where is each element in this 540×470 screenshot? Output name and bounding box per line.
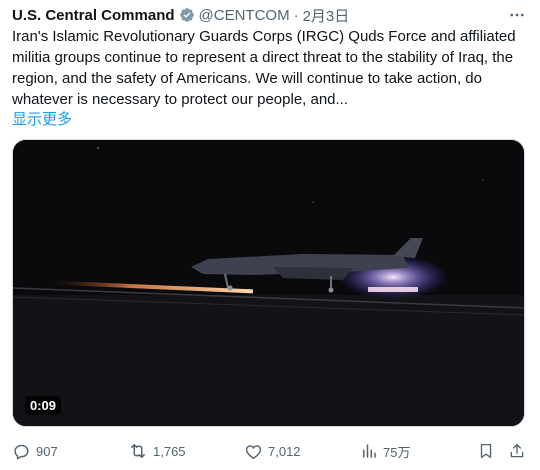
exhaust-flame — [368, 287, 418, 292]
heart-icon — [245, 444, 262, 459]
retweet-count: 1,765 — [153, 443, 186, 459]
show-more-link[interactable]: 显示更多 — [12, 108, 72, 129]
verified-badge-icon[interactable] — [179, 7, 195, 23]
share-button[interactable] — [508, 440, 531, 462]
video-duration: 0:09 — [25, 396, 62, 415]
tweet-date[interactable]: 2月3日 — [303, 5, 350, 26]
like-button[interactable]: 7,012 — [244, 440, 301, 462]
video-player[interactable]: 0:09 — [12, 139, 525, 427]
reply-button[interactable]: 907 — [12, 440, 58, 462]
author-handle[interactable]: @CENTCOM — [199, 7, 290, 24]
bookmark-icon — [480, 443, 492, 459]
view-count: 75万 — [383, 444, 411, 460]
action-bar: 907 1,765 7,012 75万 — [12, 440, 528, 462]
views-button[interactable]: 75万 — [360, 440, 410, 462]
reply-count: 907 — [36, 443, 58, 459]
retweet-icon — [131, 444, 145, 458]
analytics-icon — [363, 444, 376, 458]
video-frame — [13, 140, 524, 426]
author-name[interactable]: U.S. Central Command — [12, 7, 175, 24]
share-icon — [510, 443, 524, 458]
bookmark-button[interactable] — [477, 440, 500, 462]
like-count: 7,012 — [268, 443, 301, 459]
reply-icon — [14, 444, 29, 460]
header-separator: · — [293, 6, 299, 24]
tweet-header: U.S. Central Command @CENTCOM · 2月3日 — [12, 4, 528, 26]
tweet-text: Iran's Islamic Revolutionary Guards Corp… — [12, 28, 516, 108]
more-icon[interactable] — [506, 4, 528, 26]
retweet-button[interactable]: 1,765 — [128, 440, 186, 462]
